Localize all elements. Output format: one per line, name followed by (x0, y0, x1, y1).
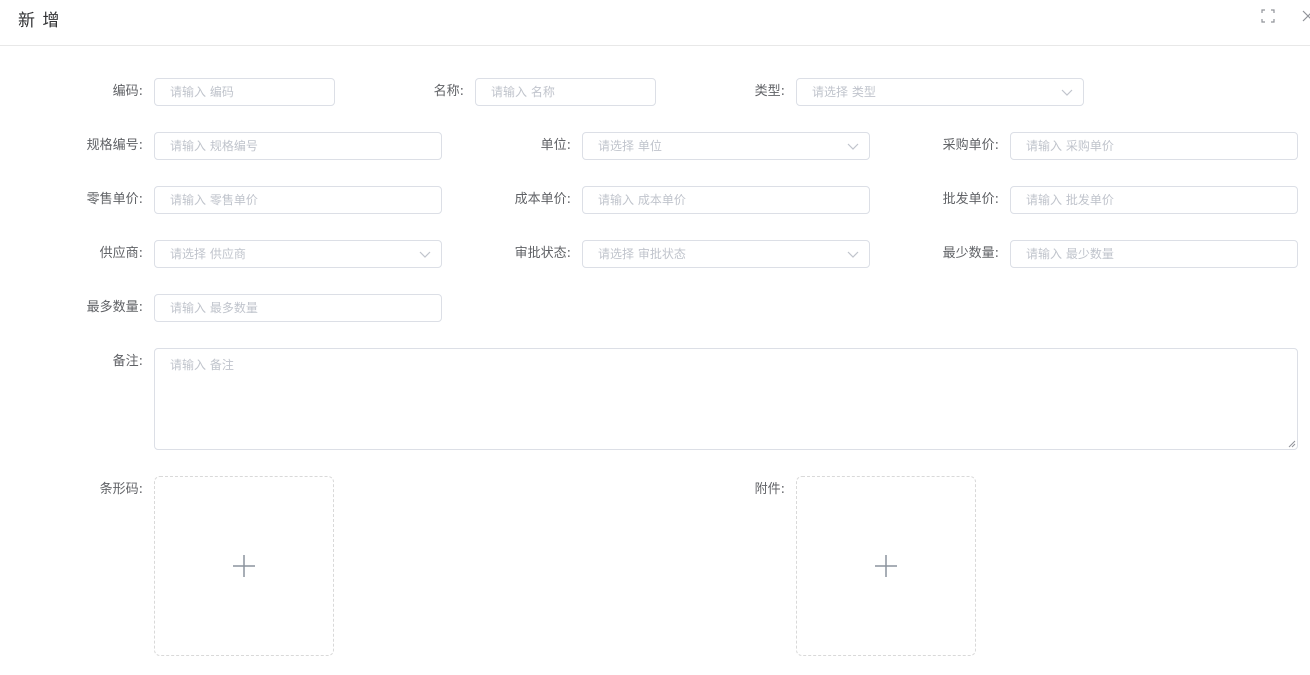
remark-textarea[interactable] (155, 349, 1297, 449)
supplier-select-input[interactable] (155, 241, 441, 267)
retail-price-input[interactable] (155, 187, 441, 213)
min-quantity-label: 最少数量: (942, 246, 999, 261)
cost-price-label: 成本单价: (514, 192, 571, 207)
chevron-down-icon (419, 249, 431, 259)
barcode-upload[interactable] (154, 476, 334, 656)
supplier-select[interactable] (154, 240, 442, 268)
spec-code-input[interactable] (155, 133, 441, 159)
max-quantity-label: 最多数量: (86, 300, 143, 315)
chevron-down-icon (1061, 87, 1073, 97)
fullscreen-button[interactable] (1261, 9, 1277, 25)
type-select[interactable] (796, 78, 1084, 106)
type-label: 类型: (754, 84, 785, 99)
code-label: 编码: (112, 84, 143, 99)
plus-icon (874, 554, 898, 578)
close-icon (1302, 10, 1310, 22)
purchase-price-field[interactable] (1010, 132, 1298, 160)
resize-handle-icon[interactable] (1287, 439, 1296, 448)
dialog-title: 新 增 (18, 11, 61, 31)
retail-price-label: 零售单价: (86, 192, 143, 207)
unit-select[interactable] (582, 132, 870, 160)
approval-status-select[interactable] (582, 240, 870, 268)
remark-field[interactable] (154, 348, 1298, 450)
purchase-price-label: 采购单价: (942, 138, 999, 153)
name-label: 名称: (433, 84, 464, 99)
spec-code-field[interactable] (154, 132, 442, 160)
fullscreen-icon (1261, 9, 1275, 23)
chevron-down-icon (847, 141, 859, 151)
code-input[interactable] (155, 79, 334, 105)
code-field[interactable] (154, 78, 335, 106)
name-input[interactable] (476, 79, 655, 105)
min-quantity-input[interactable] (1011, 241, 1297, 267)
retail-price-field[interactable] (154, 186, 442, 214)
plus-icon (232, 554, 256, 578)
attachment-upload[interactable] (796, 476, 976, 656)
close-button[interactable] (1302, 9, 1310, 25)
spec-code-label: 规格编号: (86, 138, 143, 153)
barcode-label: 条形码: (99, 482, 143, 497)
wholesale-price-field[interactable] (1010, 186, 1298, 214)
max-quantity-input[interactable] (155, 295, 441, 321)
cost-price-input[interactable] (583, 187, 869, 213)
approval-status-select-input[interactable] (583, 241, 869, 267)
purchase-price-input[interactable] (1011, 133, 1297, 159)
wholesale-price-label: 批发单价: (942, 192, 999, 207)
cost-price-field[interactable] (582, 186, 870, 214)
type-select-input[interactable] (797, 79, 1083, 105)
unit-label: 单位: (540, 138, 571, 153)
chevron-down-icon (847, 249, 859, 259)
wholesale-price-input[interactable] (1011, 187, 1297, 213)
approval-status-label: 审批状态: (514, 246, 571, 261)
unit-select-input[interactable] (583, 133, 869, 159)
min-quantity-field[interactable] (1010, 240, 1298, 268)
dialog-header: 新 增 (0, 0, 1310, 46)
supplier-label: 供应商: (99, 246, 143, 261)
remark-label: 备注: (112, 354, 143, 369)
max-quantity-field[interactable] (154, 294, 442, 322)
name-field[interactable] (475, 78, 656, 106)
attachment-label: 附件: (754, 482, 785, 497)
